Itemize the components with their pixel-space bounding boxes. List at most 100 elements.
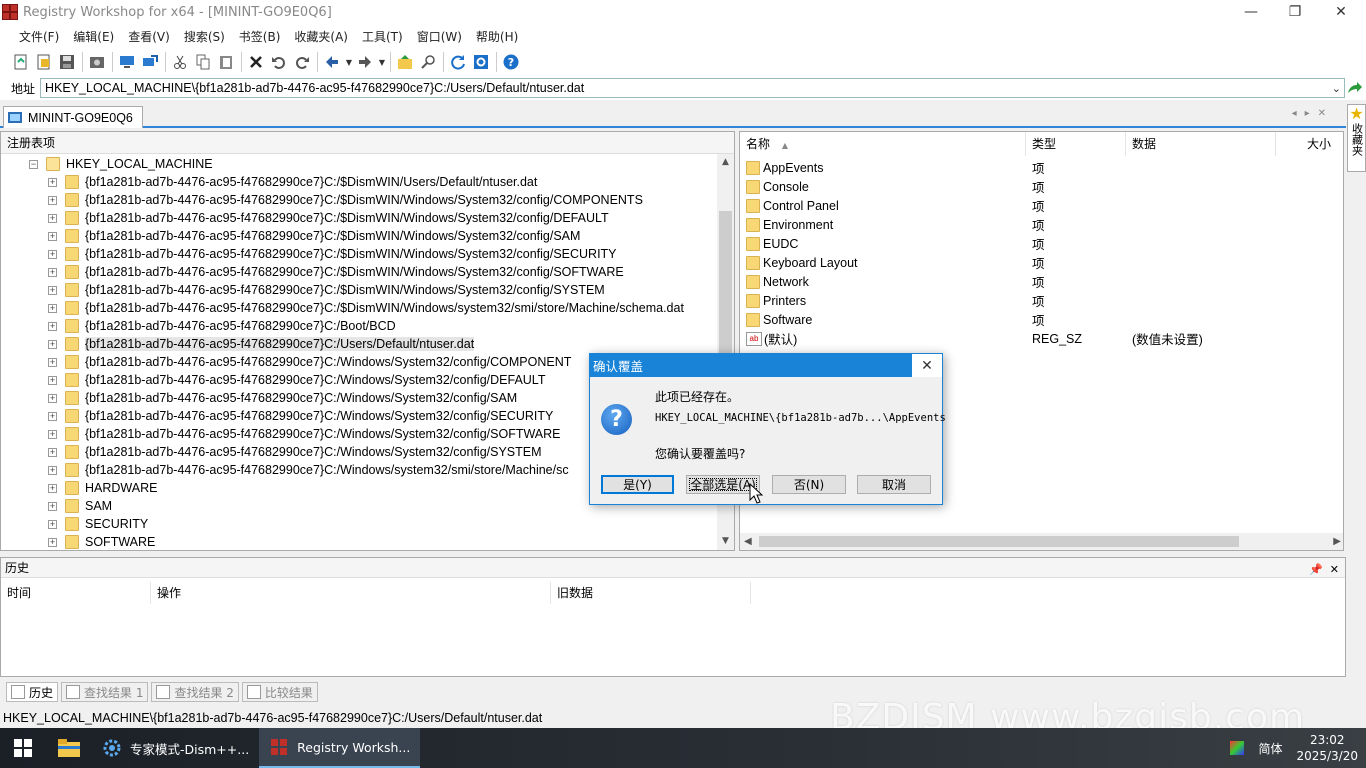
list-item[interactable]: Console 项	[746, 177, 1343, 196]
favorites-sidebar[interactable]: ★ 收藏夹	[1347, 104, 1366, 172]
expand-icon[interactable]: +	[48, 429, 57, 439]
tree-item[interactable]: + {bf1a281b-ad7b-4476-ac95-f47682990ce7}C…	[48, 227, 580, 245]
tree-item[interactable]: + {bf1a281b-ad7b-4476-ac95-f47682990ce7}C…	[48, 443, 542, 461]
no-button[interactable]: 否(N)	[772, 475, 846, 494]
tree-item[interactable]: + {bf1a281b-ad7b-4476-ac95-f47682990ce7}C…	[48, 335, 475, 353]
expand-icon[interactable]: +	[48, 537, 57, 547]
column-old-data[interactable]: 旧数据	[551, 582, 751, 604]
clock[interactable]: 23:02 2025/3/20	[1296, 732, 1358, 764]
settings-icon[interactable]	[470, 51, 492, 73]
list-item[interactable]: EUDC 项	[746, 234, 1343, 253]
tree-item[interactable]: + {bf1a281b-ad7b-4476-ac95-f47682990ce7}C…	[48, 173, 537, 191]
copy-icon[interactable]	[192, 51, 214, 73]
delete-icon[interactable]	[245, 51, 267, 73]
list-item[interactable]: Software 项	[746, 310, 1343, 329]
restore-button[interactable]: ❐	[1272, 0, 1318, 24]
start-button[interactable]	[0, 728, 46, 768]
menu-edit[interactable]: 编辑(E)	[66, 28, 121, 45]
tab-find-results-1[interactable]: 查找结果 1	[61, 682, 149, 702]
tree-item[interactable]: + {bf1a281b-ad7b-4476-ac95-f47682990ce7}C…	[48, 245, 617, 263]
tree-item[interactable]: + {bf1a281b-ad7b-4476-ac95-f47682990ce7}C…	[48, 317, 396, 335]
tree-item[interactable]: + {bf1a281b-ad7b-4476-ac95-f47682990ce7}C…	[48, 281, 605, 299]
yes-button[interactable]: 是(Y)	[601, 475, 674, 494]
tree-root[interactable]: − HKEY_LOCAL_MACHINE	[29, 155, 213, 173]
go-arrow-icon[interactable]	[1345, 78, 1365, 98]
local-computer-icon[interactable]	[116, 51, 138, 73]
menu-view[interactable]: 查看(V)	[121, 28, 177, 45]
find-icon[interactable]	[417, 51, 439, 73]
tab-find-results-2[interactable]: 查找结果 2	[151, 682, 239, 702]
column-action[interactable]: 操作	[151, 582, 551, 604]
taskbar-item-registry-workshop[interactable]: Registry Worksh...	[259, 728, 421, 768]
menu-file[interactable]: 文件(F)	[12, 28, 66, 45]
expand-icon[interactable]: +	[48, 483, 57, 493]
tree-item[interactable]: + {bf1a281b-ad7b-4476-ac95-f47682990ce7}C…	[48, 371, 545, 389]
taskbar-item-dism[interactable]: 专家模式-Dism++...	[92, 728, 259, 768]
tab-navigation[interactable]: ◂▸✕	[1292, 108, 1334, 119]
minimize-button[interactable]: —	[1228, 0, 1274, 24]
forward-dropdown-icon[interactable]: ▼	[377, 58, 387, 67]
list-item[interactable]: Environment 项	[746, 215, 1343, 234]
snapshot-icon[interactable]	[86, 51, 108, 73]
tree-item[interactable]: + {bf1a281b-ad7b-4476-ac95-f47682990ce7}C…	[48, 461, 569, 479]
list-item[interactable]: Printers 项	[746, 291, 1343, 310]
file-explorer-button[interactable]	[46, 728, 92, 768]
tree-item[interactable]: + {bf1a281b-ad7b-4476-ac95-f47682990ce7}C…	[48, 191, 643, 209]
new-icon[interactable]	[10, 51, 32, 73]
cut-icon[interactable]	[169, 51, 191, 73]
column-type[interactable]: 类型	[1026, 132, 1126, 156]
expand-icon[interactable]: +	[48, 321, 57, 331]
expand-icon[interactable]: +	[48, 393, 57, 403]
column-size[interactable]: 大小	[1276, 132, 1343, 156]
open-icon[interactable]	[33, 51, 55, 73]
list-horizontal-scrollbar[interactable]: ◀ ▶	[740, 533, 1343, 550]
collapse-icon[interactable]: −	[29, 159, 38, 169]
list-item-default[interactable]: ab (默认) REG_SZ (数值未设置)	[746, 329, 1343, 348]
scroll-thumb[interactable]	[759, 536, 1239, 547]
undo-icon[interactable]	[268, 51, 290, 73]
close-button[interactable]: ✕	[1318, 0, 1364, 24]
menu-favorites[interactable]: 收藏夹(A)	[287, 28, 355, 45]
cancel-button[interactable]: 取消	[857, 475, 931, 494]
list-item[interactable]: Control Panel 项	[746, 196, 1343, 215]
tree-item[interactable]: + {bf1a281b-ad7b-4476-ac95-f47682990ce7}C…	[48, 425, 561, 443]
expand-icon[interactable]: +	[48, 267, 57, 277]
scroll-left-icon[interactable]: ◀	[744, 533, 752, 550]
expand-icon[interactable]: +	[48, 177, 57, 187]
save-icon[interactable]	[56, 51, 78, 73]
close-icon[interactable]: ✕	[1330, 560, 1339, 580]
back-icon[interactable]	[321, 51, 343, 73]
refresh-icon[interactable]	[447, 51, 469, 73]
tree-item[interactable]: + {bf1a281b-ad7b-4476-ac95-f47682990ce7}C…	[48, 353, 571, 371]
expand-icon[interactable]: +	[48, 303, 57, 313]
tab-history[interactable]: 历史	[6, 682, 59, 702]
expand-icon[interactable]: +	[48, 375, 57, 385]
remote-computer-icon[interactable]	[139, 51, 161, 73]
help-icon[interactable]: ?	[500, 51, 522, 73]
address-input[interactable]: HKEY_LOCAL_MACHINE\{bf1a281b-ad7b-4476-a…	[40, 78, 1346, 98]
scroll-up-icon[interactable]: ▲	[717, 154, 734, 171]
tree-item[interactable]: + SOFTWARE	[48, 533, 155, 550]
tab-computer[interactable]: MININT-GO9E0Q6	[3, 106, 143, 128]
list-item[interactable]: AppEvents 项	[746, 158, 1343, 177]
expand-icon[interactable]: +	[48, 519, 57, 529]
tree-item[interactable]: + {bf1a281b-ad7b-4476-ac95-f47682990ce7}C…	[48, 299, 684, 317]
scroll-right-icon[interactable]: ▶	[1333, 533, 1341, 550]
paste-icon[interactable]	[215, 51, 237, 73]
expand-icon[interactable]: +	[48, 213, 57, 223]
expand-icon[interactable]: +	[48, 465, 57, 475]
expand-icon[interactable]: +	[48, 195, 57, 205]
expand-icon[interactable]: +	[48, 231, 57, 241]
tab-compare-results[interactable]: 比较结果	[241, 682, 318, 702]
expand-icon[interactable]: +	[48, 501, 57, 511]
chevron-down-icon[interactable]: ⌄	[1332, 80, 1341, 98]
parent-key-icon[interactable]	[394, 51, 416, 73]
tree-item[interactable]: + {bf1a281b-ad7b-4476-ac95-f47682990ce7}C…	[48, 209, 609, 227]
expand-icon[interactable]: +	[48, 339, 57, 349]
tree-item[interactable]: + SAM	[48, 497, 112, 515]
tree-item[interactable]: + {bf1a281b-ad7b-4476-ac95-f47682990ce7}C…	[48, 263, 624, 281]
column-name[interactable]: 名称 ▲	[740, 132, 1026, 156]
dialog-close-icon[interactable]: ✕	[912, 354, 942, 377]
expand-icon[interactable]: +	[48, 447, 57, 457]
tree-item[interactable]: + {bf1a281b-ad7b-4476-ac95-f47682990ce7}C…	[48, 407, 553, 425]
